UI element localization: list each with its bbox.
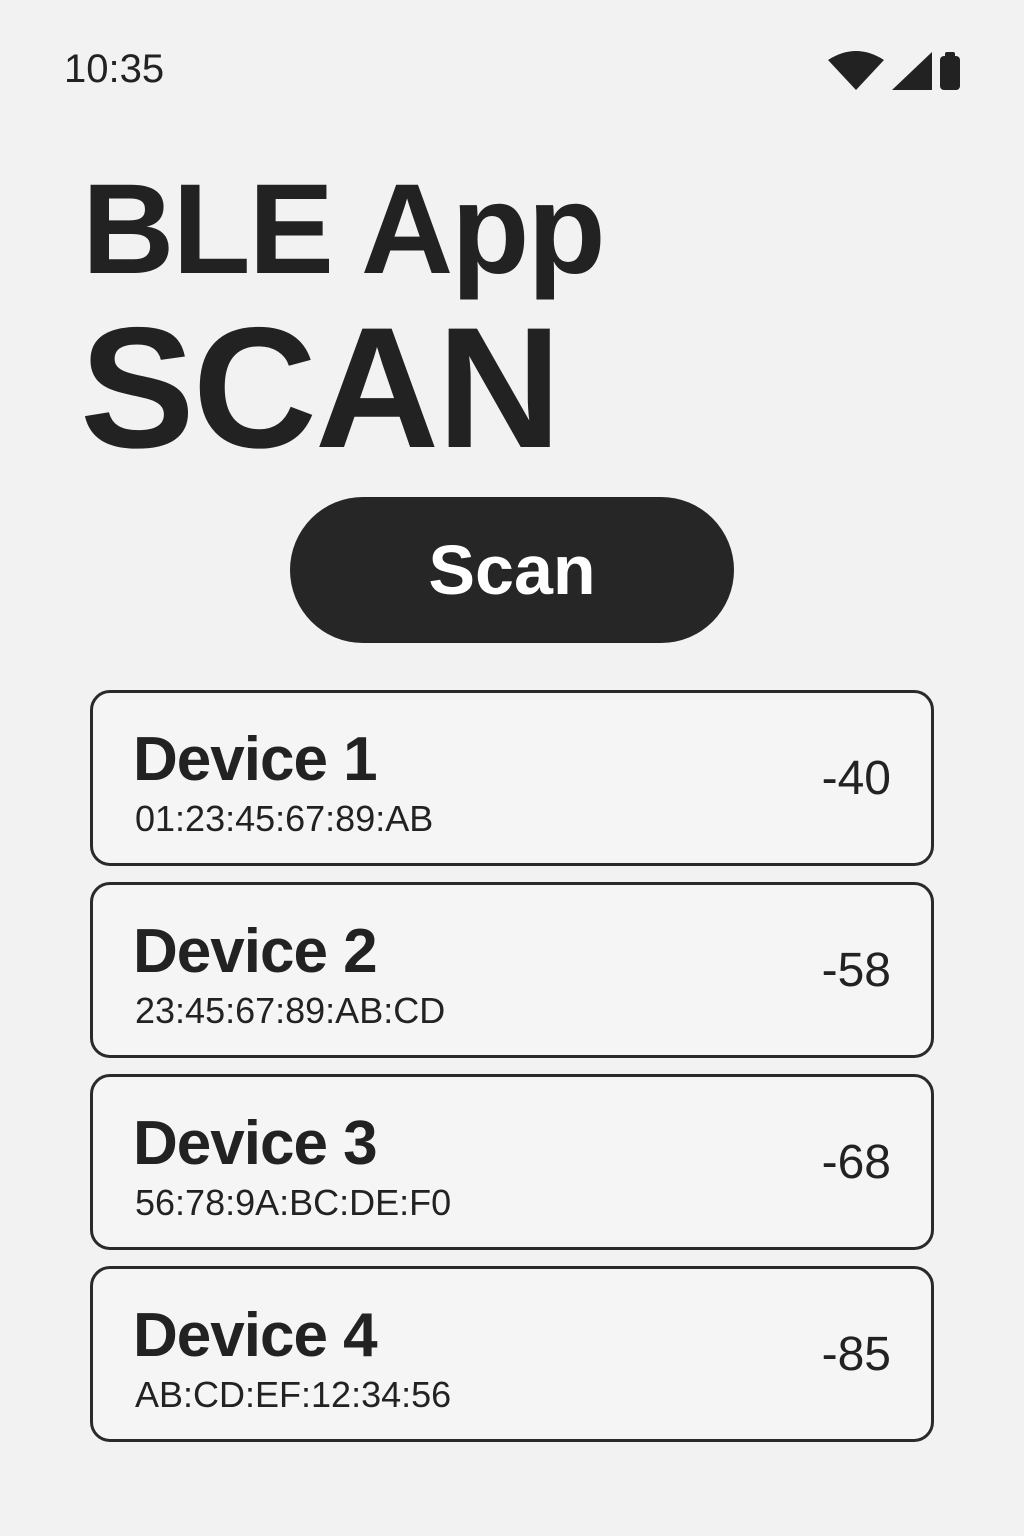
device-rssi: -58 bbox=[821, 944, 891, 997]
scan-button[interactable]: Scan bbox=[290, 497, 734, 643]
device-mac-address: AB:CD:EF:12:34:56 bbox=[135, 1374, 452, 1415]
status-bar: 10:35 bbox=[0, 0, 1024, 120]
device-mac-address: 56:78:9A:BC:DE:F0 bbox=[135, 1182, 452, 1223]
device-mac-address: 01:23:45:67:89:AB bbox=[135, 798, 434, 839]
device-list-item[interactable]: Device 2 23:45:67:89:AB:CD -58 bbox=[90, 882, 934, 1058]
cellular-signal-icon bbox=[892, 52, 932, 90]
device-rssi: -85 bbox=[821, 1328, 891, 1381]
device-list-item[interactable]: Device 1 01:23:45:67:89:AB -40 bbox=[90, 690, 934, 866]
app-title: BLE App bbox=[82, 158, 606, 301]
status-time: 10:35 bbox=[64, 47, 165, 91]
wifi-icon bbox=[828, 50, 884, 90]
device-name: Device 2 bbox=[133, 917, 378, 986]
scan-screen: 10:35 BLE App SCAN Scan Device 1 01:23:4… bbox=[0, 0, 1024, 1536]
device-list-item[interactable]: Device 4 AB:CD:EF:12:34:56 -85 bbox=[90, 1266, 934, 1442]
device-rssi: -40 bbox=[821, 752, 891, 805]
device-list-item[interactable]: Device 3 56:78:9A:BC:DE:F0 -68 bbox=[90, 1074, 934, 1250]
device-name: Device 4 bbox=[133, 1301, 378, 1370]
device-name: Device 3 bbox=[133, 1109, 378, 1178]
status-icons bbox=[828, 50, 960, 90]
device-rssi: -68 bbox=[821, 1136, 891, 1189]
device-list: Device 1 01:23:45:67:89:AB -40 Device 2 … bbox=[90, 690, 934, 1458]
battery-icon bbox=[940, 52, 960, 90]
device-mac-address: 23:45:67:89:AB:CD bbox=[135, 990, 446, 1031]
device-name: Device 1 bbox=[133, 725, 378, 794]
screen-title: SCAN bbox=[80, 292, 561, 484]
